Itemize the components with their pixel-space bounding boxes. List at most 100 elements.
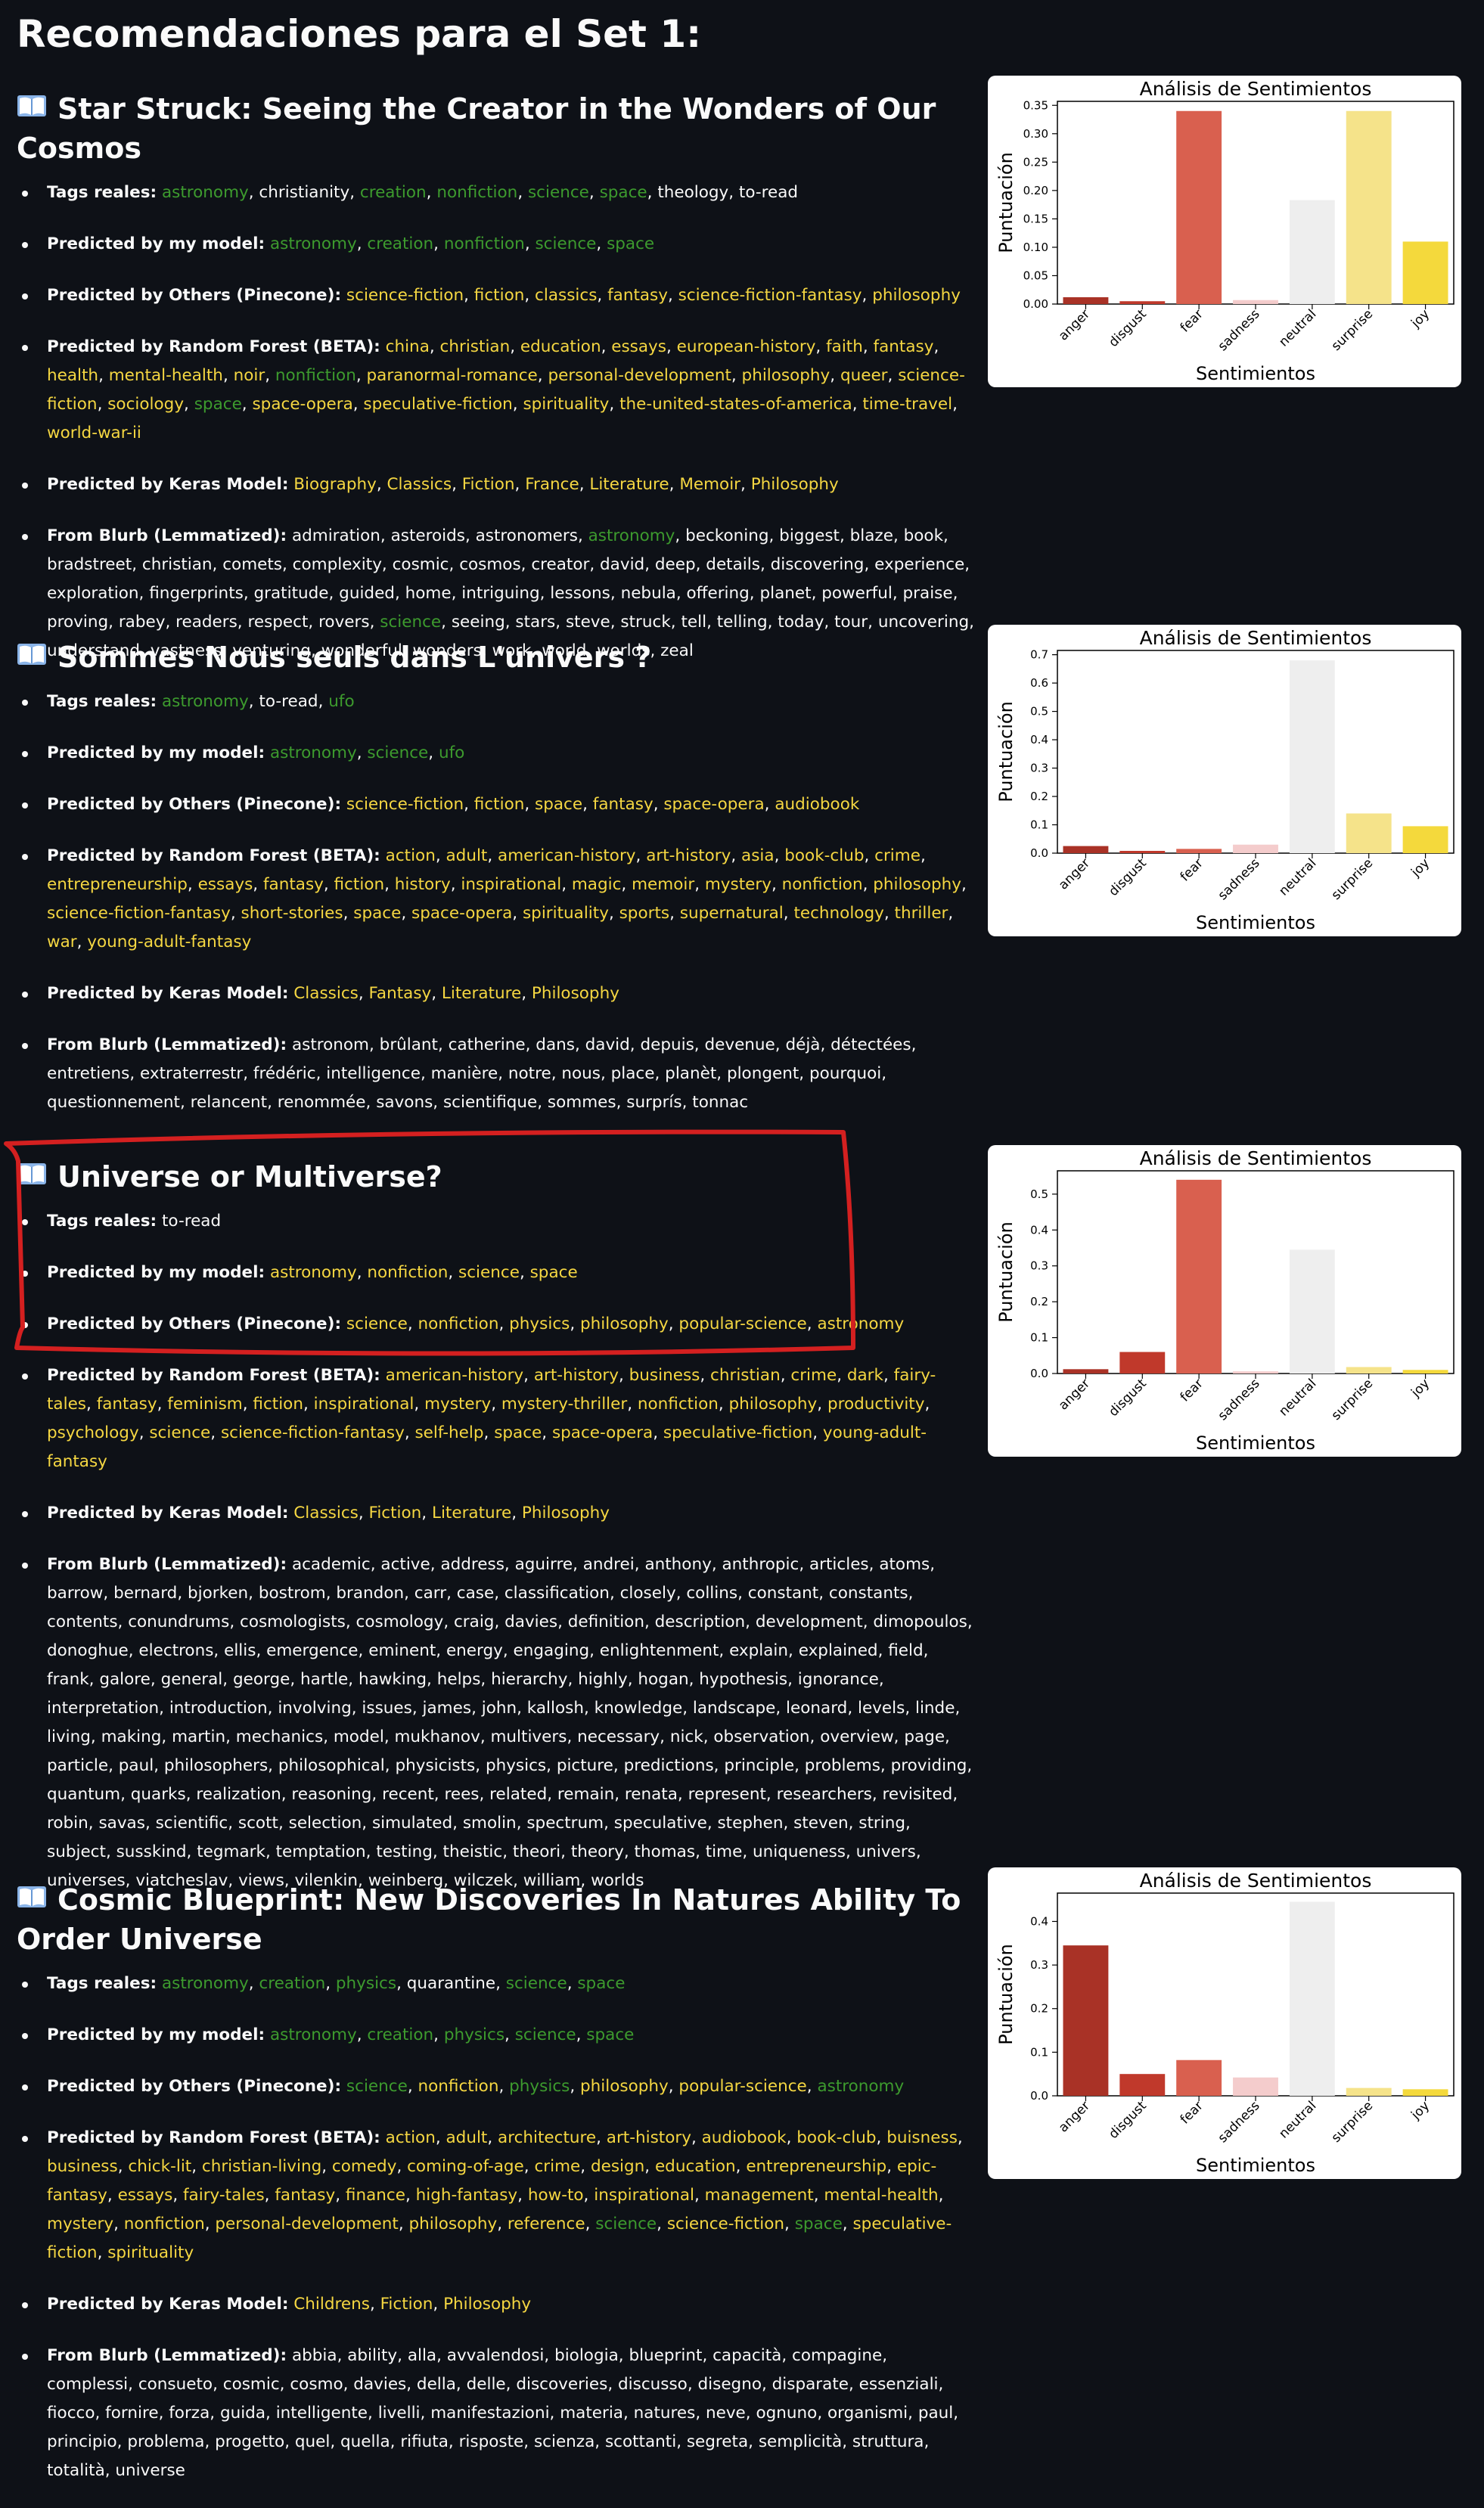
tag: adult <box>446 846 488 865</box>
tag: today <box>778 613 824 632</box>
bar-joy <box>1402 2089 1448 2096</box>
tag: inspirational <box>594 2186 694 2205</box>
tag: mystery <box>704 875 771 894</box>
bar-surprise <box>1346 1367 1392 1374</box>
tag: intelligence <box>326 1064 421 1083</box>
tag: quel <box>294 2432 331 2451</box>
tag: robin <box>47 1814 88 1833</box>
tag: Literature <box>589 475 669 494</box>
tag: the-united-states-of-america <box>619 395 852 414</box>
tag: Philosophy <box>531 984 619 1003</box>
tag: european-history <box>676 337 816 356</box>
sentiment-chart: Análisis de Sentimientos 0.0 0.1 0.2 0.3 0.4 0… <box>988 625 1461 936</box>
tag: academic <box>291 1555 371 1574</box>
tag: risposte <box>458 2432 524 2451</box>
sentiment-chart: Análisis de Sentimientos 0.0 0.1 0.2 0.3 0.4 a… <box>988 1867 1461 2179</box>
tag: consueto <box>138 2375 213 2394</box>
tag: uncovering <box>877 613 970 632</box>
y-tick-label: 0.1 <box>1030 2045 1048 2059</box>
tag: physics <box>509 1315 570 1333</box>
tag-row-blurb: From Blurb (Lemmatized): academic, activ… <box>17 1550 977 1895</box>
tag: theology <box>657 183 729 202</box>
tag: space <box>599 183 647 202</box>
tag: progetto <box>215 2432 285 2451</box>
tag: materia <box>560 2404 623 2423</box>
tag: electrons <box>138 1641 214 1660</box>
tag-row-my-model: Predicted by my model: astronomy, nonfic… <box>17 1259 977 1287</box>
tag: sports <box>619 904 670 923</box>
tag: david <box>585 1035 630 1054</box>
tag: plongent <box>726 1064 799 1083</box>
tag: definition <box>567 1613 644 1631</box>
x-tick-label: sadness <box>1215 855 1263 903</box>
tag: book-club <box>784 846 865 865</box>
tag-row-keras: Predicted by Keras Model: Childrens, Fic… <box>17 2290 977 2319</box>
tag: to-read <box>259 692 318 711</box>
tag: christianity <box>259 183 350 202</box>
x-tick-label: disgust <box>1106 306 1150 350</box>
tag: theory <box>570 1842 624 1861</box>
tag: science-fiction-fantasy <box>47 904 231 923</box>
x-tick-label: joy <box>1408 306 1433 331</box>
y-axis-label: Puntuación <box>995 1221 1017 1323</box>
tag: crime <box>874 846 921 865</box>
tag: active <box>380 1555 430 1574</box>
tag: essenziali <box>858 2375 939 2394</box>
tag: james <box>422 1699 472 1718</box>
y-tick-label: 0.00 <box>1023 297 1048 311</box>
x-tick-label: neutral <box>1276 2098 1319 2141</box>
tag: entrepreneurship <box>746 2157 887 2176</box>
tag: avvalendosi <box>446 2346 545 2365</box>
tag: principio <box>47 2432 117 2451</box>
y-tick-label: 0.3 <box>1030 762 1048 775</box>
tag: scientific <box>155 1814 228 1833</box>
tag: bernard <box>113 1584 178 1603</box>
tag: intriguing <box>461 584 540 603</box>
tag-row-pinecone: Predicted by Others (Pinecone): science-… <box>17 790 977 819</box>
tag: creator <box>531 555 590 574</box>
plot-frame <box>1057 650 1455 854</box>
tag: eminent <box>368 1641 436 1660</box>
y-tick-label: 0.1 <box>1030 818 1048 832</box>
tag: productivity <box>827 1395 925 1414</box>
open-book-icon <box>17 638 47 677</box>
tag: readers <box>175 613 238 632</box>
tag: researchers <box>776 1785 872 1804</box>
tag: inspirational <box>313 1395 414 1414</box>
tag: depuis <box>640 1035 694 1054</box>
tag: univers <box>855 1842 916 1861</box>
tag-row-label: Predicted by my model: <box>47 2025 265 2044</box>
tag: abbia <box>291 2346 337 2365</box>
tag: nonfiction <box>275 366 356 385</box>
tag: cosmic <box>222 2375 280 2394</box>
tag: Fiction <box>461 475 515 494</box>
tag: scientifique <box>442 1093 538 1112</box>
tag: science-fiction <box>666 2215 785 2233</box>
bar-disgust <box>1119 1352 1166 1374</box>
tag: bjorken <box>187 1584 249 1603</box>
y-tick-label: 0.3 <box>1030 1958 1048 1972</box>
tag: rabey <box>118 613 166 632</box>
tag: personal-development <box>215 2215 399 2233</box>
bar-fear <box>1176 2059 1222 2096</box>
tag: bostrom <box>258 1584 326 1603</box>
tag: adult <box>446 2128 488 2147</box>
tag: della <box>416 2375 456 2394</box>
tag: segreta <box>686 2432 749 2451</box>
tag: memoir <box>632 875 695 894</box>
tag: complessi <box>47 2375 129 2394</box>
tag: capacità <box>713 2346 782 2365</box>
tag: related <box>489 1785 548 1804</box>
tag: fiction <box>473 286 525 305</box>
tag: discusso <box>618 2375 688 2394</box>
tag: nous <box>561 1064 601 1083</box>
bar-anger <box>1063 846 1109 853</box>
tag: chick-lit <box>128 2157 192 2176</box>
y-tick-label: 0.7 <box>1030 648 1048 662</box>
tag: astronomy <box>269 234 357 253</box>
tag: compagine <box>792 2346 883 2365</box>
tag: andrei <box>582 1555 635 1574</box>
tag: principle <box>724 1756 795 1775</box>
tag: highly <box>578 1670 628 1689</box>
tag: struck <box>620 613 671 632</box>
